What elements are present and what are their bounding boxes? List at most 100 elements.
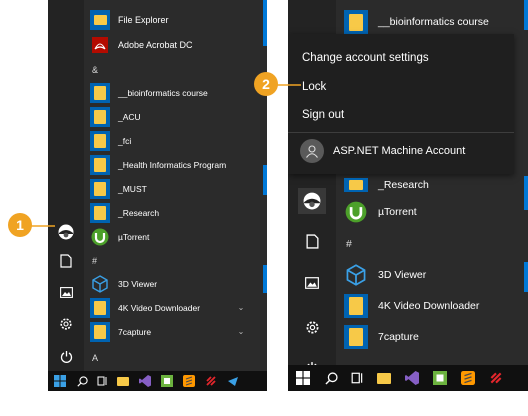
file-explorer-icon	[90, 10, 110, 30]
folder-label: _Research	[118, 208, 160, 218]
file-explorer-icon	[377, 372, 391, 384]
folder-icon	[344, 178, 368, 192]
list-item[interactable]: µTorrent	[90, 226, 149, 248]
list-item[interactable]: Adobe Acrobat DC	[90, 34, 193, 56]
avatar-icon	[303, 192, 321, 210]
taskbar-app[interactable]	[156, 371, 178, 391]
list-item[interactable]: 4K Video Downloader	[90, 297, 200, 319]
task-view-button[interactable]	[92, 371, 112, 391]
folder-icon	[90, 203, 110, 223]
account-item[interactable]: ASP.NET Machine Account	[300, 139, 465, 163]
folder-label: _Health Informatics Program	[118, 160, 227, 170]
tile-edge	[524, 262, 528, 292]
folder-label: _ACU	[118, 112, 141, 122]
list-item[interactable]: 3D Viewer	[344, 262, 426, 288]
tile-edge	[524, 0, 528, 30]
list-item[interactable]: _Research	[344, 176, 429, 194]
app-label: 7capture	[378, 331, 419, 343]
tile-edge	[263, 165, 267, 195]
list-item[interactable]: 7capture	[90, 321, 151, 343]
list-item[interactable]: µTorrent	[344, 199, 417, 225]
settings-button[interactable]	[54, 313, 78, 335]
taskbar-app[interactable]	[482, 365, 510, 391]
app-icon	[228, 377, 238, 386]
callout-2-arrow	[277, 84, 301, 86]
start-button[interactable]	[288, 365, 318, 391]
taskbar-file-explorer[interactable]	[112, 371, 134, 391]
taskbar-sublime[interactable]	[178, 371, 200, 391]
list-item[interactable]: _Health Informatics Program	[90, 154, 226, 176]
folder-icon	[344, 10, 368, 34]
windows-start-icon	[54, 375, 66, 387]
list-item[interactable]: __bioinformatics course	[90, 82, 208, 104]
taskbar-visual-studio[interactable]	[134, 371, 156, 391]
visual-studio-icon	[405, 371, 419, 385]
folder-label: __bioinformatics course	[378, 16, 489, 28]
taskbar-sublime[interactable]	[454, 365, 482, 391]
taskbar-search-button[interactable]	[318, 365, 344, 391]
section-header: &	[92, 65, 99, 75]
taskbar-file-explorer[interactable]	[370, 365, 398, 391]
app-icon	[433, 371, 447, 385]
taskbar-visual-studio[interactable]	[398, 365, 426, 391]
list-item[interactable]: 3D Viewer	[90, 273, 157, 295]
tile-edge	[263, 0, 267, 46]
folder-icon	[344, 325, 368, 349]
taskbar-app[interactable]	[426, 365, 454, 391]
folder-label: _fci	[118, 136, 132, 146]
app-label: 7capture	[118, 327, 152, 337]
taskbar-app[interactable]	[200, 371, 222, 391]
search-icon	[324, 371, 338, 385]
settings-gear-icon	[305, 320, 319, 334]
document-icon	[60, 254, 72, 268]
list-item[interactable]: 4K Video Downloader	[344, 293, 479, 319]
task-view-button[interactable]	[344, 365, 370, 391]
documents-button[interactable]	[54, 250, 78, 272]
list-item[interactable]: _Research	[90, 202, 159, 224]
app-label: 4K Video Downloader	[378, 300, 480, 312]
pictures-button[interactable]	[54, 281, 78, 303]
callout-1: 1	[8, 213, 32, 237]
start-button[interactable]	[48, 371, 72, 391]
task-view-icon	[97, 376, 106, 386]
documents-button[interactable]	[298, 228, 326, 254]
list-item[interactable]: File Explorer	[90, 9, 169, 31]
power-button[interactable]	[54, 345, 78, 367]
chevron-down-icon[interactable]: ⌄	[236, 297, 246, 317]
windows-start-icon	[296, 371, 310, 385]
pictures-icon	[59, 286, 73, 298]
list-item[interactable]: _ACU	[90, 106, 141, 128]
taskbar-search-button[interactable]	[72, 371, 92, 391]
list-item[interactable]: __bioinformatics course	[344, 10, 489, 34]
list-item[interactable]: 7capture	[344, 324, 419, 350]
taskbar-app[interactable]	[222, 371, 244, 391]
3d-viewer-icon	[90, 274, 110, 294]
app-label: µTorrent	[378, 206, 417, 218]
app-label: 4K Video Downloader	[118, 303, 201, 313]
chevron-down-icon[interactable]: ⌄	[236, 321, 246, 341]
avatar-icon	[58, 224, 74, 240]
folder-icon	[90, 298, 110, 318]
sign-out-item[interactable]: Sign out	[302, 109, 344, 121]
account-avatar-button[interactable]	[54, 220, 78, 244]
change-account-settings-item[interactable]: Change account settings	[302, 52, 429, 64]
list-item[interactable]: _MUST	[90, 178, 147, 200]
folder-label: _Research	[378, 179, 429, 191]
taskbar	[48, 371, 267, 391]
taskbar	[288, 365, 528, 391]
folder-icon	[90, 107, 110, 127]
folder-icon	[90, 155, 110, 175]
settings-button[interactable]	[298, 314, 326, 340]
section-header: #	[92, 256, 98, 266]
account-avatar-button[interactable]	[298, 188, 326, 214]
3d-viewer-icon	[344, 263, 368, 287]
lock-item[interactable]: Lock	[302, 81, 326, 93]
folder-label: _MUST	[118, 184, 147, 194]
task-view-icon	[351, 372, 362, 384]
folder-icon	[90, 131, 110, 151]
menu-divider	[288, 132, 514, 133]
pictures-button[interactable]	[298, 270, 326, 296]
list-item[interactable]: _fci	[90, 130, 131, 152]
settings-gear-icon	[60, 318, 72, 330]
folder-icon	[344, 294, 368, 318]
